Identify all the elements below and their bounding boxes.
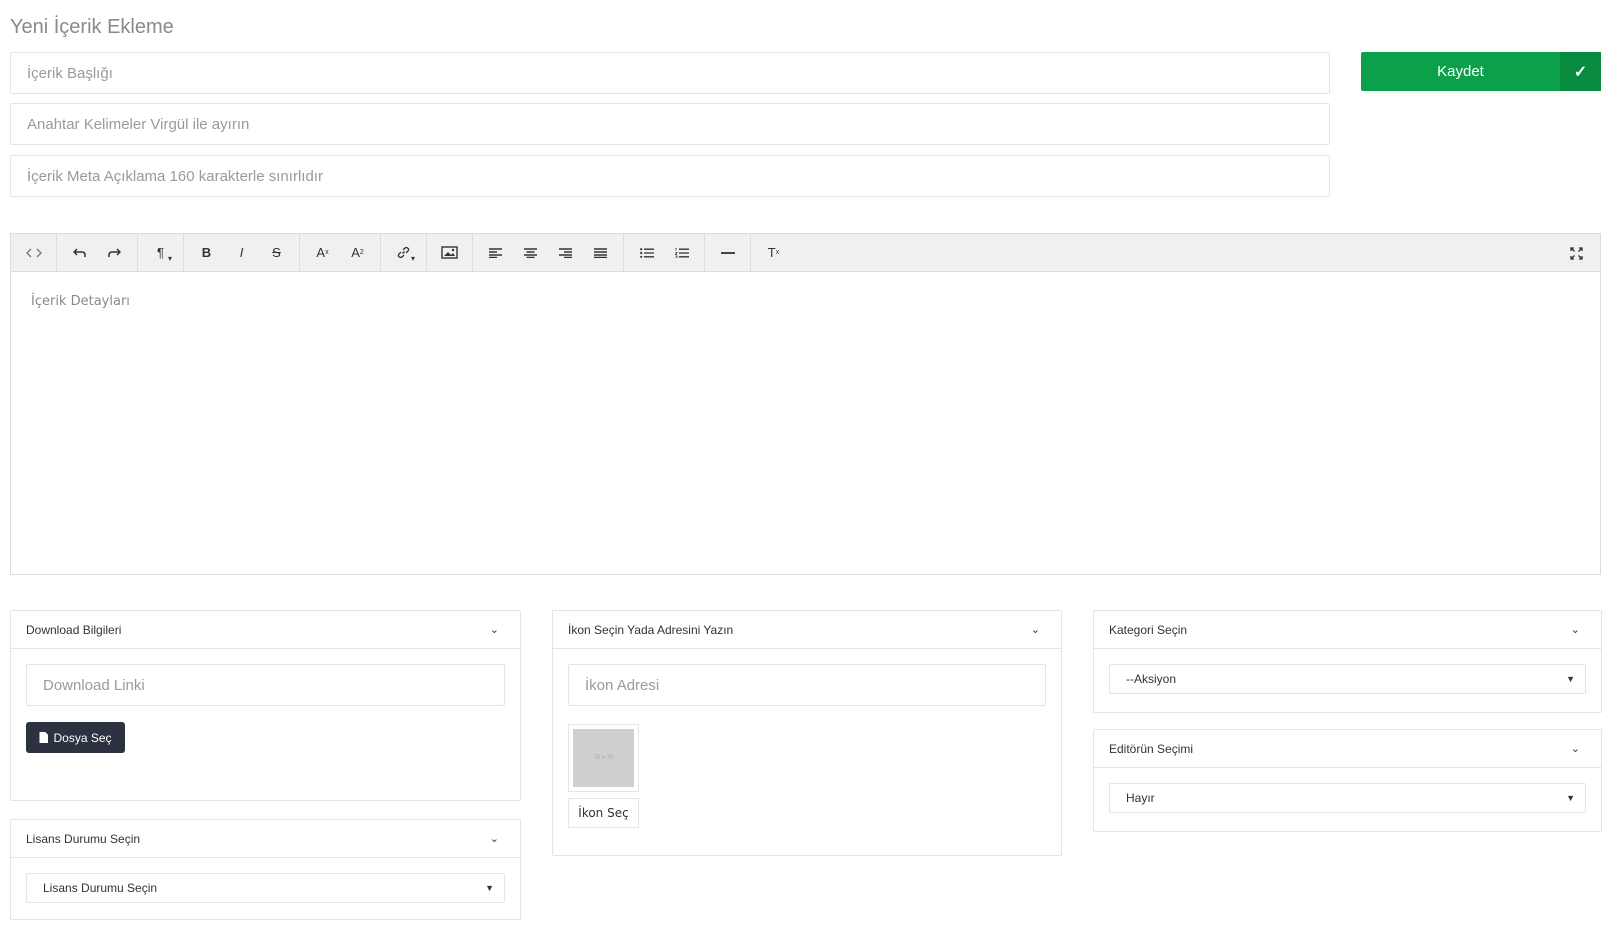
icon-panel-title: İkon Seçin Yada Adresini Yazın	[568, 622, 734, 637]
choose-file-button[interactable]: Dosya Seç	[26, 722, 125, 753]
chevron-down-icon: ⌄	[1570, 743, 1580, 755]
editors-choice-panel-title: Editörün Seçimi	[1109, 741, 1194, 756]
license-panel-header[interactable]: Lisans Durumu Seçin ⌄	[11, 820, 520, 858]
link-icon[interactable]: ▾	[386, 238, 421, 268]
clear-format-icon[interactable]: Tx	[756, 238, 791, 268]
download-link-input[interactable]	[26, 664, 505, 706]
dropdown-arrow-icon: ▼	[1566, 793, 1575, 803]
keywords-input[interactable]	[10, 103, 1330, 145]
icon-thumbnail: 70 x 70	[573, 729, 634, 787]
editors-choice-panel: Editörün Seçimi ⌄ Hayır ▼	[1093, 729, 1602, 832]
icon-panel-header[interactable]: İkon Seçin Yada Adresini Yazın ⌄	[553, 611, 1061, 649]
align-justify-icon[interactable]	[583, 238, 618, 268]
download-panel-title: Download Bilgileri	[26, 622, 122, 637]
toolbar-group-clear: Tx	[751, 234, 796, 271]
toolbar-group-hr	[705, 234, 751, 271]
category-panel-body: --Aksiyon ▼	[1094, 649, 1601, 709]
license-select[interactable]: Lisans Durumu Seçin ▼	[26, 873, 505, 903]
download-panel: Download Bilgileri ⌄ Dosya Seç	[10, 610, 521, 801]
strikethrough-icon[interactable]: S	[259, 238, 294, 268]
rich-text-editor: ¶ ▾ B I S Ax A2 ▾ T x İçerik Detayları	[10, 233, 1601, 575]
category-panel-title: Kategori Seçin	[1109, 622, 1188, 637]
category-panel-header[interactable]: Kategori Seçin ⌄	[1094, 611, 1601, 649]
category-panel: Kategori Seçin ⌄ --Aksiyon ▼	[1093, 610, 1602, 713]
category-select-value: --Aksiyon	[1126, 672, 1177, 686]
toolbar-group-script: Ax A2	[300, 234, 381, 271]
toolbar-group-link: ▾	[381, 234, 427, 271]
editors-choice-panel-header[interactable]: Editörün Seçimi ⌄	[1094, 730, 1601, 768]
horizontal-rule-icon[interactable]	[710, 238, 745, 268]
toolbar-group-history	[57, 234, 138, 271]
code-view-icon[interactable]	[16, 238, 51, 268]
check-icon: ✓	[1560, 52, 1601, 91]
bullet-list-icon[interactable]	[629, 238, 664, 268]
page-title: Yeni İçerik Ekleme	[10, 16, 174, 38]
fullscreen-icon[interactable]	[1559, 238, 1594, 268]
superscript-icon[interactable]: Ax	[305, 238, 340, 268]
dropdown-arrow-icon: ▼	[1566, 674, 1575, 684]
align-right-icon[interactable]	[548, 238, 583, 268]
license-select-value: Lisans Durumu Seçin	[43, 881, 158, 895]
toolbar-group-lists	[624, 234, 705, 271]
chevron-down-icon: ⌄	[489, 624, 499, 636]
chevron-down-icon: ⌄	[1570, 624, 1580, 636]
category-select[interactable]: --Aksiyon ▼	[1109, 664, 1586, 694]
dropdown-arrow-icon: ▼	[485, 883, 494, 893]
editor-content-area[interactable]: İçerik Detayları	[11, 272, 1600, 575]
editors-choice-panel-body: Hayır ▼	[1094, 768, 1601, 828]
editor-placeholder: İçerik Detayları	[31, 294, 130, 309]
icon-preview: 70 x 70	[568, 724, 639, 792]
editors-choice-select-value: Hayır	[1126, 791, 1155, 805]
download-panel-header[interactable]: Download Bilgileri ⌄	[11, 611, 520, 649]
meta-description-input[interactable]	[10, 155, 1330, 197]
toolbar-group-code	[11, 234, 57, 271]
toolbar-group-style: B I S	[184, 234, 300, 271]
icon-panel: İkon Seçin Yada Adresini Yazın ⌄ 70 x 70…	[552, 610, 1062, 856]
thumbnail-size-label: 70 x 70	[593, 755, 614, 761]
redo-icon[interactable]	[97, 238, 132, 268]
choose-file-label: Dosya Seç	[53, 730, 112, 745]
choose-icon-button[interactable]: İkon Seç	[568, 798, 639, 828]
chevron-down-icon: ⌄	[1030, 624, 1040, 636]
toolbar-group-align	[473, 234, 624, 271]
save-button[interactable]: Kaydet ✓	[1361, 52, 1601, 91]
image-icon[interactable]	[432, 238, 467, 268]
bold-icon[interactable]: B	[189, 238, 224, 268]
license-panel-body: Lisans Durumu Seçin ▼	[11, 858, 520, 918]
title-input[interactable]	[10, 52, 1330, 94]
align-center-icon[interactable]	[513, 238, 548, 268]
numbered-list-icon[interactable]	[664, 238, 699, 268]
align-left-icon[interactable]	[478, 238, 513, 268]
chevron-down-icon: ⌄	[489, 833, 499, 845]
subscript-icon[interactable]: A2	[340, 238, 375, 268]
undo-icon[interactable]	[62, 238, 97, 268]
toolbar-group-image	[427, 234, 473, 271]
file-icon	[39, 732, 49, 743]
license-panel-title: Lisans Durumu Seçin	[26, 831, 141, 846]
editor-toolbar: ¶ ▾ B I S Ax A2 ▾ T x	[11, 234, 1600, 272]
icon-address-input[interactable]	[568, 664, 1046, 706]
icon-panel-body: 70 x 70 İkon Seç	[553, 649, 1061, 843]
license-panel: Lisans Durumu Seçin ⌄ Lisans Durumu Seçi…	[10, 819, 521, 920]
save-button-label: Kaydet	[1437, 63, 1484, 80]
download-panel-body	[11, 649, 520, 706]
editors-choice-select[interactable]: Hayır ▼	[1109, 783, 1586, 813]
toolbar-group-paragraph: ¶ ▾	[138, 234, 184, 271]
paragraph-icon[interactable]: ¶ ▾	[143, 238, 178, 268]
italic-icon[interactable]: I	[224, 238, 259, 268]
